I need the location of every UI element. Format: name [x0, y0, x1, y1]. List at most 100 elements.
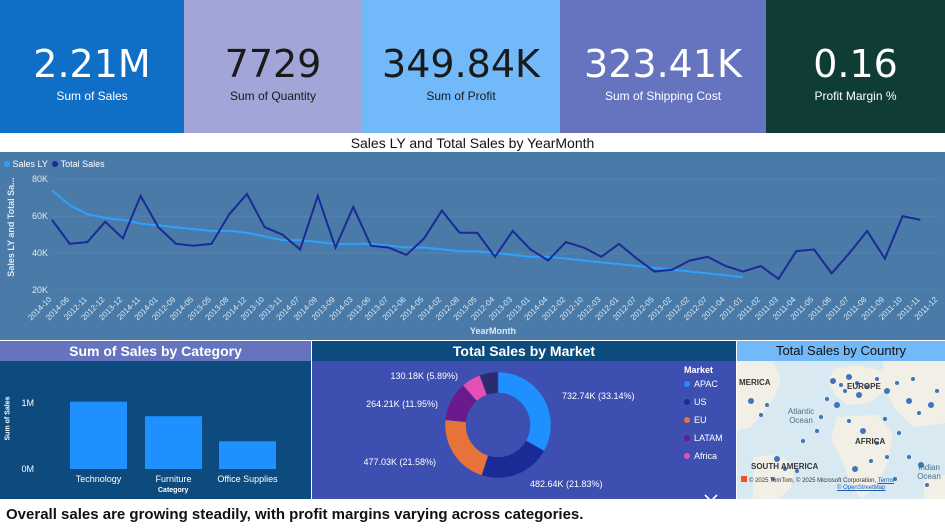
- map-data-point[interactable]: [765, 403, 769, 407]
- market-legend-item[interactable]: EU: [684, 415, 734, 433]
- kpi-value: 2.21M: [33, 42, 151, 86]
- map-data-point[interactable]: [846, 374, 852, 380]
- map-data-point[interactable]: [847, 419, 851, 423]
- map-panel[interactable]: Total Sales by Country MERICA EUROPE Atl…: [737, 341, 945, 499]
- map-data-point[interactable]: [911, 377, 915, 381]
- map-data-point[interactable]: [928, 402, 934, 408]
- bar[interactable]: [219, 441, 276, 469]
- map-title: Total Sales by Country: [737, 341, 945, 361]
- bar[interactable]: [70, 401, 127, 469]
- map-data-point[interactable]: [875, 377, 879, 381]
- line-chart-panel[interactable]: 80K 60K 40K 20K 2014-10 2014-06 2012-11 2012-12…: [0, 152, 945, 340]
- kpi-card-shipping-cost[interactable]: 323.41K Sum of Shipping Cost: [560, 0, 766, 133]
- donut-slice[interactable]: [481, 440, 545, 479]
- category-chart-xlabel: Category: [158, 487, 189, 494]
- map-copyright: © 2025 TomTom, © 2025 Microsoft Corporat…: [741, 476, 941, 492]
- map-data-point[interactable]: [830, 378, 836, 384]
- market-legend-title: Market: [684, 365, 714, 375]
- map-data-point[interactable]: [884, 388, 890, 394]
- map-data-point[interactable]: [895, 381, 899, 385]
- y-tick-label: 20K: [32, 285, 48, 295]
- line-chart-svg: 80K60K40K20K2014-102014-062012-112012-12…: [26, 174, 940, 322]
- market-legend-item[interactable]: Africa: [684, 451, 734, 469]
- legend-dot: [684, 399, 690, 405]
- map-logo-icon: [741, 476, 747, 482]
- map-data-point[interactable]: [856, 392, 862, 398]
- map-label-south-america: SOUTH AMERICA: [751, 462, 819, 471]
- x-tick-label: Office Supplies: [217, 474, 278, 484]
- market-chart-title: Total Sales by Market: [312, 341, 736, 361]
- map-data-point[interactable]: [839, 383, 843, 387]
- legend-label: US: [694, 397, 707, 407]
- map-label-america: MERICA: [739, 378, 771, 387]
- y-tick-label: 1M: [21, 398, 34, 408]
- map-data-point[interactable]: [907, 455, 911, 459]
- map-data-point[interactable]: [834, 402, 840, 408]
- map-data-point[interactable]: [748, 398, 754, 404]
- map-data-point[interactable]: [825, 397, 829, 401]
- category-chart-ylabel: Sum of Sales: [4, 396, 12, 441]
- kpi-label: Sum of Shipping Cost: [604, 89, 722, 103]
- kpi-card-quantity[interactable]: 7729 Sum of Quantity: [184, 0, 362, 133]
- kpi-card-sales[interactable]: 2.21M Sum of Sales: [0, 0, 184, 133]
- map-data-point[interactable]: [759, 413, 763, 417]
- map-label-atlantic: Atlantic Ocean: [787, 407, 815, 425]
- map-data-point[interactable]: [917, 411, 921, 415]
- map-data-point[interactable]: [906, 398, 912, 404]
- chevron-down-icon[interactable]: [704, 487, 718, 503]
- y-tick-label: 80K: [32, 174, 48, 184]
- kpi-value: 323.41K: [584, 42, 742, 86]
- donut-slice[interactable]: [444, 419, 489, 476]
- line-chart-legend: Sales LY Total Sales: [4, 159, 105, 169]
- donut-data-label: 264.21K (11.95%): [366, 399, 438, 409]
- legend-label: APAC: [694, 379, 718, 389]
- legend-dot: [684, 453, 690, 459]
- market-legend: Market APAC US EU LATAM Africa: [684, 365, 734, 469]
- market-chart-panel[interactable]: Total Sales by Market 732.74K (33.14%) 48…: [312, 341, 736, 503]
- category-chart-title: Sum of Sales by Category: [0, 341, 311, 361]
- legend-label: LATAM: [694, 433, 723, 443]
- kpi-card-profit-margin[interactable]: 0.16 Profit Margin %: [766, 0, 945, 133]
- line-chart-title: Sales LY and Total Sales by YearMonth: [350, 135, 595, 151]
- y-tick-label: 60K: [32, 211, 48, 221]
- market-donut-svg: 732.74K (33.14%) 482.64K (21.83%) 477.03K …: [363, 371, 634, 489]
- donut-slice[interactable]: [497, 371, 552, 452]
- map-data-point[interactable]: [852, 466, 858, 472]
- category-chart-panel[interactable]: Sum of Sales by Category 1M 0M Technology F…: [0, 341, 311, 499]
- legend-dot: [684, 381, 690, 387]
- kpi-value: 349.84K: [382, 42, 540, 86]
- map-data-point[interactable]: [883, 417, 887, 421]
- y-tick-label: 40K: [32, 248, 48, 258]
- map-terms-link[interactable]: Terms: [878, 478, 894, 484]
- legend-label: EU: [694, 415, 707, 425]
- map-data-point[interactable]: [885, 455, 889, 459]
- map-data-point[interactable]: [860, 428, 866, 434]
- kpi-value: 0.16: [813, 42, 898, 86]
- legend-dot-total-sales: [52, 161, 59, 167]
- map-data-point[interactable]: [935, 389, 939, 393]
- line-chart-ylabel: Sales LY and Total Sa...: [6, 177, 16, 277]
- market-legend-item[interactable]: LATAM: [684, 433, 734, 451]
- y-tick-label: 0M: [21, 464, 34, 474]
- map-osm-link[interactable]: © OpenStreetMap: [837, 485, 885, 491]
- kpi-card-profit[interactable]: 349.84K Sum of Profit: [362, 0, 560, 133]
- donut-data-label: 130.18K (5.89%): [390, 371, 458, 381]
- map-copyright-text: © 2025 TomTom, © 2025 Microsoft Corporat…: [749, 478, 877, 484]
- legend-label-sales-ly: Sales LY: [12, 159, 48, 169]
- market-legend-item[interactable]: US: [684, 397, 734, 415]
- footer-summary: Overall sales are growing steadily, with…: [6, 506, 584, 523]
- map-data-point[interactable]: [801, 439, 805, 443]
- kpi-label: Sum of Quantity: [229, 89, 317, 103]
- market-legend-item[interactable]: APAC: [684, 379, 734, 397]
- legend-label: Africa: [694, 451, 718, 461]
- map-data-point[interactable]: [815, 429, 819, 433]
- kpi-label: Sum of Sales: [56, 89, 128, 103]
- series-line-sales-ly: [51, 189, 744, 279]
- map-data-point[interactable]: [869, 459, 873, 463]
- bar[interactable]: [145, 416, 202, 469]
- kpi-label: Sum of Profit: [426, 89, 496, 103]
- x-tick-label: Furniture: [155, 474, 191, 484]
- map-label-europe: EUROPE: [847, 382, 881, 391]
- legend-dot: [684, 435, 690, 441]
- map-data-point[interactable]: [897, 431, 901, 435]
